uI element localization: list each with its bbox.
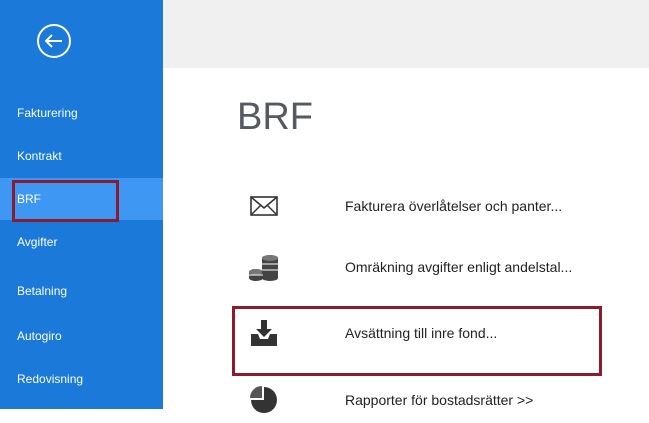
page-title: BRF	[237, 96, 313, 138]
pie-chart-icon	[244, 385, 284, 415]
sidebar-item-fakturering[interactable]: Fakturering	[0, 92, 163, 134]
coins-icon	[244, 252, 284, 282]
sidebar-item-redovisning[interactable]: Redovisning	[0, 358, 163, 400]
command-rapporter-bostadsratter[interactable]: Rapporter för bostadsrätter >>	[244, 377, 644, 423]
envelope-icon	[244, 191, 284, 221]
sidebar-item-betalning[interactable]: Betalning	[0, 270, 163, 312]
highlight-box-brf	[12, 180, 119, 222]
sidebar-item-label: Autogiro	[17, 329, 62, 343]
sidebar-item-label: Betalning	[17, 284, 68, 298]
sidebar-item-autogiro[interactable]: Autogiro	[0, 315, 163, 357]
back-arrow-icon	[37, 24, 71, 58]
sidebar-item-label: Kontrakt	[17, 149, 62, 163]
sidebar-item-label: Redovisning	[17, 372, 84, 386]
sidebar-item-label: Avgifter	[17, 235, 58, 249]
sidebar-item-kontrakt[interactable]: Kontrakt	[0, 135, 163, 177]
back-button[interactable]	[35, 22, 73, 60]
command-fakturera-overlatelser[interactable]: Fakturera överlåtelser och panter...	[244, 183, 644, 229]
highlight-box-avsattning	[232, 306, 602, 376]
top-bar	[163, 0, 649, 68]
command-label: Rapporter för bostadsrätter >>	[345, 392, 534, 408]
command-omrakning-avgifter[interactable]: Omräkning avgifter enligt andelstal...	[244, 244, 644, 290]
sidebar-item-label: Fakturering	[17, 106, 78, 120]
command-label: Fakturera överlåtelser och panter...	[345, 198, 563, 214]
sidebar-item-avgifter[interactable]: Avgifter	[0, 221, 163, 263]
command-label: Omräkning avgifter enligt andelstal...	[345, 259, 573, 275]
